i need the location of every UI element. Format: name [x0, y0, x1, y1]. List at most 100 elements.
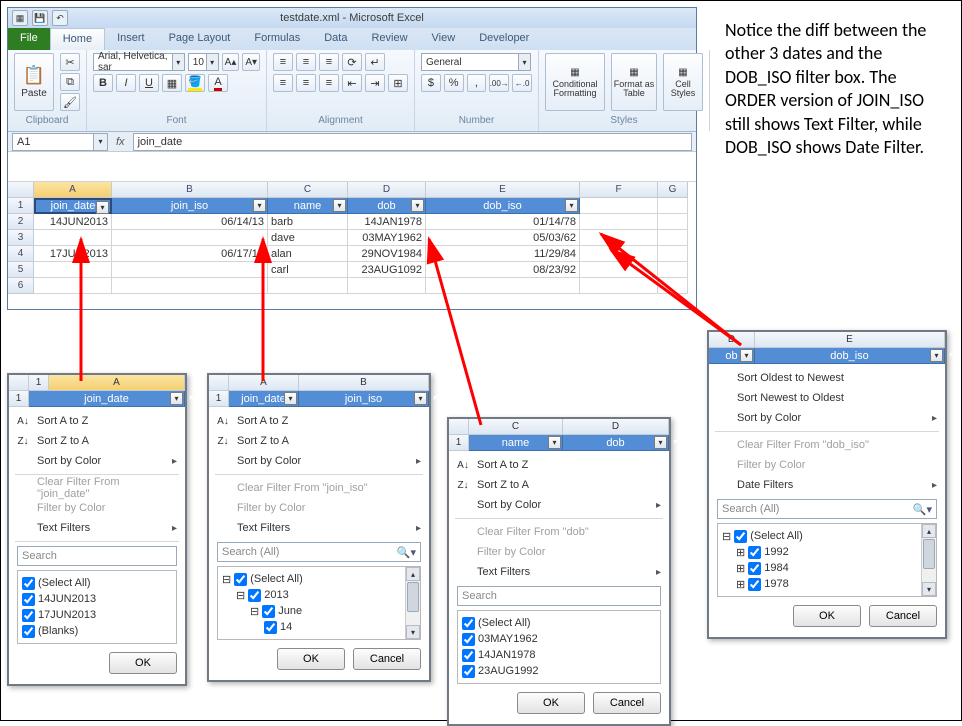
ok-button[interactable]: OK — [793, 605, 861, 627]
cell[interactable] — [34, 230, 112, 246]
grow-font-button[interactable]: A▴ — [222, 53, 240, 71]
undo-icon[interactable]: ↶ — [52, 10, 68, 26]
checkbox-day[interactable] — [264, 621, 277, 634]
header-dob[interactable]: ob▾ — [709, 348, 755, 364]
tree-collapse-icon[interactable]: ⊟ — [236, 589, 245, 602]
col-head-a[interactable]: A — [34, 182, 112, 198]
ok-button[interactable]: OK — [109, 652, 177, 674]
number-format-combo[interactable]: General▾ — [421, 53, 531, 71]
scroll-thumb[interactable] — [923, 539, 935, 569]
cancel-button[interactable]: Cancel — [353, 648, 421, 670]
text-filters[interactable]: Text Filters▸ — [9, 518, 185, 538]
bold-button[interactable]: B — [93, 74, 113, 92]
cell[interactable]: 29NOV1984 — [348, 246, 426, 262]
accounting-button[interactable]: $ — [421, 74, 441, 92]
cell[interactable]: dave — [268, 230, 348, 246]
col-head-b[interactable]: B — [299, 375, 429, 391]
col-head-g[interactable]: G — [658, 182, 688, 198]
align-left-button[interactable]: ≡ — [273, 74, 293, 92]
filter-dropdown-icon[interactable]: ▾ — [740, 349, 753, 362]
row-head-1[interactable]: 1 — [9, 391, 29, 407]
ok-button[interactable]: OK — [517, 692, 585, 714]
checkbox-item[interactable] — [22, 593, 35, 606]
cancel-button[interactable]: Cancel — [869, 605, 937, 627]
copy-button[interactable]: ⧉ — [60, 73, 80, 91]
cell[interactable]: 14JAN1978 — [348, 214, 426, 230]
filter-dropdown-icon[interactable]: ▾ — [930, 349, 943, 362]
tab-file[interactable]: File — [8, 28, 50, 50]
cell[interactable]: 14JUN2013 — [34, 214, 112, 230]
checkbox-item[interactable] — [22, 609, 35, 622]
filter-dropdown-icon[interactable]: ▾ — [333, 199, 346, 212]
cell[interactable]: 11/29/84 — [426, 246, 580, 262]
percent-button[interactable]: % — [444, 74, 464, 92]
fill-color-button[interactable]: 🪣 — [185, 74, 205, 92]
row-head[interactable]: 5 — [8, 262, 34, 278]
checkbox-year[interactable] — [748, 546, 761, 559]
tree-expand-icon[interactable]: ⊞ — [736, 562, 745, 575]
tree-collapse-icon[interactable]: ⊟ — [722, 530, 731, 543]
row-head-1[interactable]: 1 — [29, 375, 49, 391]
checkbox-item[interactable] — [462, 633, 475, 646]
text-filters[interactable]: Text Filters▸ — [209, 518, 429, 538]
comma-button[interactable]: , — [467, 74, 487, 92]
col-head-a[interactable]: A — [229, 375, 299, 391]
checkbox-year[interactable] — [248, 589, 261, 602]
cell[interactable] — [580, 278, 658, 294]
underline-button[interactable]: U — [139, 74, 159, 92]
checkbox-item[interactable] — [462, 665, 475, 678]
sort-z-to-a[interactable]: Z↓Sort Z to A — [209, 431, 429, 451]
checkbox-month[interactable] — [262, 605, 275, 618]
cell[interactable] — [112, 262, 268, 278]
cell[interactable]: 06/14/13 — [112, 214, 268, 230]
tree-expand-icon[interactable]: ⊞ — [736, 546, 745, 559]
cell[interactable]: 23AUG1092 — [348, 262, 426, 278]
cell[interactable]: 01/14/78 — [426, 214, 580, 230]
filter-dropdown-icon[interactable]: ▾ — [253, 199, 266, 212]
filter-search-input[interactable]: Search (All)🔍▾ — [217, 542, 421, 562]
chevron-down-icon[interactable]: ▾ — [206, 54, 218, 70]
conditional-formatting-button[interactable]: ▦Conditional Formatting — [545, 53, 605, 111]
chevron-down-icon[interactable]: ▾ — [172, 54, 184, 70]
date-filters[interactable]: Date Filters▸ — [709, 475, 945, 495]
checkbox-select-all[interactable] — [22, 577, 35, 590]
col-head-c[interactable]: C — [268, 182, 348, 198]
filter-values-tree[interactable]: ⊟(Select All) ⊟2013 ⊟June 14 ▴▾ — [217, 566, 421, 640]
scroll-down-icon[interactable]: ▾ — [922, 582, 936, 596]
paste-button[interactable]: 📋 Paste — [14, 53, 54, 111]
cell[interactable] — [426, 278, 580, 294]
merge-button[interactable]: ⊞ — [388, 74, 408, 92]
checkbox-year[interactable] — [748, 578, 761, 591]
cell[interactable]: 17JUN2013 — [34, 246, 112, 262]
filter-values-tree[interactable]: ⊟(Select All) ⊞1992 ⊞1984 ⊞1978 ▴▾ — [717, 523, 937, 597]
scrollbar[interactable]: ▴▾ — [921, 524, 936, 596]
format-painter-button[interactable]: 🖌 — [60, 93, 80, 111]
sort-newest-to-oldest[interactable]: Sort Newest to Oldest — [709, 388, 945, 408]
row-head-1[interactable]: 1 — [8, 198, 34, 214]
cell[interactable]: 06/17/13 — [112, 246, 268, 262]
cell[interactable]: carl — [268, 262, 348, 278]
cell[interactable] — [268, 278, 348, 294]
checkbox-blanks[interactable] — [22, 625, 35, 638]
cell[interactable] — [580, 230, 658, 246]
tab-developer[interactable]: Developer — [467, 28, 541, 50]
corner[interactable] — [9, 375, 29, 391]
checkbox-select-all[interactable] — [462, 617, 475, 630]
cell[interactable] — [112, 230, 268, 246]
sort-by-color[interactable]: Sort by Color▸ — [209, 451, 429, 471]
cell[interactable] — [580, 214, 658, 230]
cell[interactable] — [348, 278, 426, 294]
sort-by-color[interactable]: Sort by Color▸ — [9, 451, 185, 471]
fx-icon[interactable]: fx — [116, 136, 125, 148]
tab-data[interactable]: Data — [312, 28, 359, 50]
header-join-date[interactable]: join_date▾↖ — [29, 391, 185, 407]
filter-search-input[interactable]: Search — [17, 546, 177, 566]
row-head[interactable]: 6 — [8, 278, 34, 294]
filter-values-tree[interactable]: (Select All) 14JUN2013 17JUN2013 (Blanks… — [17, 570, 177, 644]
sort-z-to-a[interactable]: Z↓Sort Z to A — [9, 431, 185, 451]
sort-a-to-z[interactable]: A↓Sort A to Z — [449, 455, 669, 475]
align-right-button[interactable]: ≡ — [319, 74, 339, 92]
corner[interactable] — [209, 375, 229, 391]
tab-view[interactable]: View — [420, 28, 468, 50]
col-head-d[interactable]: D — [709, 332, 755, 348]
